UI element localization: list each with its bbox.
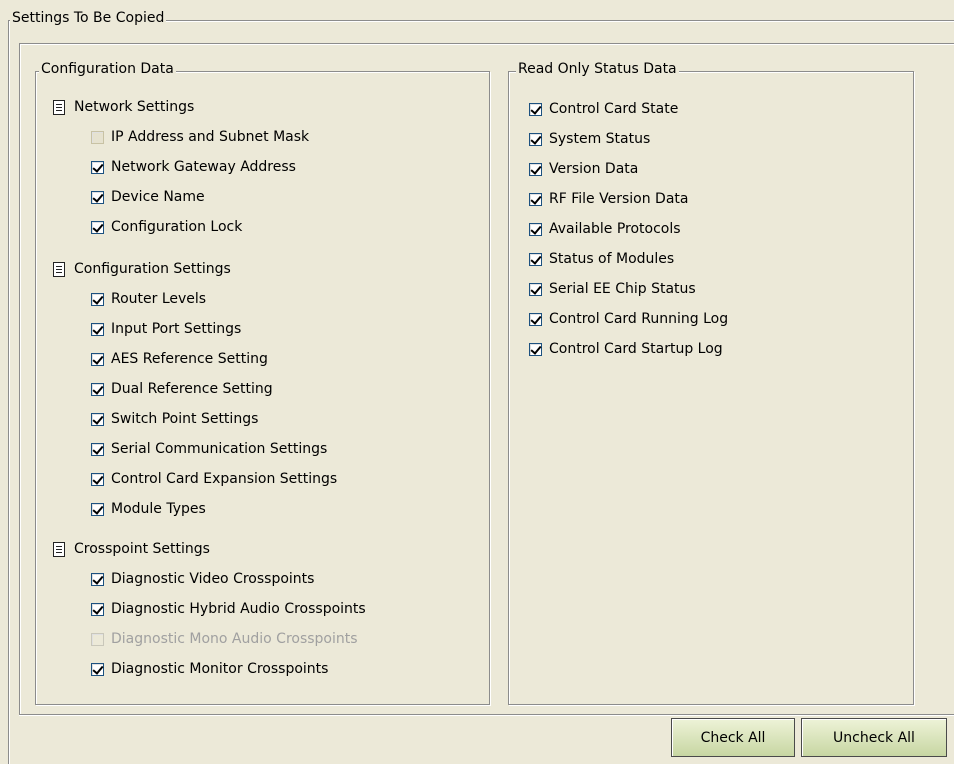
checkbox[interactable] [529, 162, 542, 176]
checkbox[interactable] [91, 352, 104, 366]
checkbox-item[interactable]: Dual Reference Setting [91, 379, 273, 399]
checkbox-label: IP Address and Subnet Mask [111, 129, 310, 145]
uncheck-all-button[interactable]: Uncheck All [801, 718, 947, 757]
checkbox-label: Input Port Settings [111, 321, 242, 337]
checkbox-label: Control Card Running Log [549, 311, 729, 327]
checkbox-label: Diagnostic Monitor Crosspoints [111, 661, 329, 677]
checkbox[interactable] [529, 222, 542, 236]
checkbox[interactable] [91, 382, 104, 396]
checkbox-item: Diagnostic Mono Audio Crosspoints [91, 629, 358, 649]
checkbox[interactable] [91, 322, 104, 336]
checkbox[interactable] [91, 662, 104, 676]
checkbox-label: Version Data [549, 161, 639, 177]
checkbox-label: Diagnostic Mono Audio Crosspoints [111, 631, 358, 647]
checkbox-item[interactable]: Switch Point Settings [91, 409, 258, 429]
checkbox[interactable] [529, 252, 542, 266]
checkbox[interactable] [91, 190, 104, 204]
status-data-title: Read Only Status Data [516, 61, 679, 77]
checkbox[interactable] [91, 572, 104, 586]
checkbox-item[interactable]: Status of Modules [529, 249, 674, 269]
section-heading: Configuration Settings [53, 259, 231, 279]
checkbox-label: Diagnostic Video Crosspoints [111, 571, 315, 587]
document-icon [53, 261, 65, 277]
checkbox[interactable] [529, 312, 542, 326]
checkbox-item[interactable]: Serial EE Chip Status [529, 279, 696, 299]
checkbox-label: Dual Reference Setting [111, 381, 273, 397]
section-title: Crosspoint Settings [74, 541, 210, 557]
checkbox-item[interactable]: Router Levels [91, 289, 206, 309]
checkbox-label: AES Reference Setting [111, 351, 268, 367]
checkbox-item[interactable]: RF File Version Data [529, 189, 688, 209]
checkbox-label: Router Levels [111, 291, 207, 307]
section-title: Network Settings [74, 99, 195, 115]
checkbox-label: Control Card Startup Log [549, 341, 723, 357]
checkbox-label: RF File Version Data [549, 191, 689, 207]
checkbox-item[interactable]: Configuration Lock [91, 217, 242, 237]
section-heading: Network Settings [53, 97, 194, 117]
document-icon [53, 541, 65, 557]
checkbox-label: Diagnostic Hybrid Audio Crosspoints [111, 601, 366, 617]
section-title: Configuration Settings [74, 261, 231, 277]
checkbox-item[interactable]: Module Types [91, 499, 206, 519]
checkbox-item[interactable]: Device Name [91, 187, 205, 207]
checkbox-item[interactable]: Input Port Settings [91, 319, 241, 339]
checkbox-item[interactable]: Network Gateway Address [91, 157, 296, 177]
checkbox[interactable] [91, 502, 104, 516]
checkbox-label: Switch Point Settings [111, 411, 259, 427]
checkbox-label: Serial Communication Settings [111, 441, 328, 457]
checkbox[interactable] [91, 602, 104, 616]
checkbox[interactable] [529, 342, 542, 356]
check-all-button[interactable]: Check All [671, 718, 795, 757]
checkbox-label: Status of Modules [549, 251, 675, 267]
checkbox-item[interactable]: AES Reference Setting [91, 349, 268, 369]
section-heading: Crosspoint Settings [53, 539, 210, 559]
checkbox-label: Control Card State [549, 101, 679, 117]
checkbox[interactable] [91, 220, 104, 234]
checkbox [91, 632, 104, 646]
checkbox-item[interactable]: Available Protocols [529, 219, 681, 239]
checkbox-label: Serial EE Chip Status [549, 281, 696, 297]
checkbox-item[interactable]: Control Card Running Log [529, 309, 728, 329]
checkbox-label: System Status [549, 131, 651, 147]
configuration-data-title: Configuration Data [39, 61, 176, 77]
checkbox[interactable] [529, 132, 542, 146]
checkbox-item[interactable]: System Status [529, 129, 650, 149]
checkbox[interactable] [529, 282, 542, 296]
checkbox-item[interactable]: Diagnostic Hybrid Audio Crosspoints [91, 599, 366, 619]
checkbox-label: Control Card Expansion Settings [111, 471, 338, 487]
checkbox-item[interactable]: Control Card State [529, 99, 678, 119]
checkbox[interactable] [529, 192, 542, 206]
checkbox-item[interactable]: Diagnostic Video Crosspoints [91, 569, 314, 589]
checkbox-label: Module Types [111, 501, 206, 517]
checkbox[interactable] [91, 130, 104, 144]
settings-panel-title: Settings To Be Copied [10, 10, 167, 26]
checkbox-item[interactable]: Serial Communication Settings [91, 439, 327, 459]
checkbox-item[interactable]: Version Data [529, 159, 638, 179]
checkbox[interactable] [529, 102, 542, 116]
checkbox-item[interactable]: Control Card Startup Log [529, 339, 723, 359]
checkbox-item[interactable]: Diagnostic Monitor Crosspoints [91, 659, 328, 679]
checkbox[interactable] [91, 292, 104, 306]
checkbox-label: Device Name [111, 189, 205, 205]
document-icon [53, 99, 65, 115]
checkbox-item[interactable]: IP Address and Subnet Mask [91, 127, 309, 147]
checkbox[interactable] [91, 472, 104, 486]
checkbox-label: Network Gateway Address [111, 159, 296, 175]
checkbox[interactable] [91, 160, 104, 174]
checkbox-label: Available Protocols [549, 221, 681, 237]
checkbox[interactable] [91, 412, 104, 426]
checkbox-item[interactable]: Control Card Expansion Settings [91, 469, 337, 489]
checkbox-label: Configuration Lock [111, 219, 243, 235]
checkbox[interactable] [91, 442, 104, 456]
